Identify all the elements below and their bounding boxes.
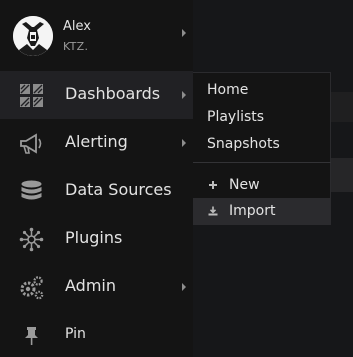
plus-icon [208,180,218,190]
menu-divider [193,162,331,163]
dashboards-dropdown-menu: Home Playlists Snapshots New Import [193,72,331,225]
menu-item-label: Playlists [207,109,265,125]
sidebar-item-admin[interactable]: Admin [0,263,193,311]
sidebar-item-label: Pin [65,326,86,342]
database-icon [18,178,45,205]
chevron-right-icon [182,139,186,147]
sidebar: Alex KTZ. Dashboards Alerting Data Sourc… [0,0,193,357]
sidebar-item-label: Admin [65,276,116,295]
sidebar-item-label: Alerting [65,132,128,151]
sidebar-item-label: Data Sources [65,180,172,199]
app-root: Alex KTZ. Dashboards Alerting Data Sourc… [0,0,353,357]
plugins-icon [18,226,45,253]
menu-item-label: Import [229,203,276,219]
menu-item-home[interactable]: Home [193,77,331,103]
chevron-right-icon [182,283,186,291]
sidebar-item-plugins[interactable]: Plugins [0,215,193,263]
menu-item-playlists[interactable]: Playlists [193,104,331,130]
profile-org: KTZ. [63,40,89,53]
menu-item-snapshots[interactable]: Snapshots [193,131,331,157]
menu-item-new[interactable]: New [193,172,331,198]
megaphone-icon [18,130,45,157]
menu-item-import[interactable]: Import [193,198,331,224]
sidebar-item-pin[interactable]: Pin [0,311,193,357]
sidebar-item-label: Plugins [65,228,123,247]
pin-icon [18,322,45,349]
menu-item-label: Home [207,82,249,98]
sidebar-item-dashboards[interactable]: Dashboards [0,71,193,119]
profile-menu[interactable]: Alex KTZ. [0,0,193,71]
dashboards-icon [18,82,45,109]
menu-item-label: Snapshots [207,136,280,152]
chevron-right-icon [182,91,186,99]
menu-item-label: New [229,177,260,193]
avatar-icon [13,16,53,56]
gears-icon [18,274,45,301]
avatar[interactable] [13,16,53,56]
profile-name: Alex [63,19,91,34]
chevron-right-icon [182,29,186,37]
sidebar-item-alerting[interactable]: Alerting [0,119,193,167]
sidebar-item-data-sources[interactable]: Data Sources [0,167,193,215]
download-icon [208,206,218,216]
sidebar-item-label: Dashboards [65,84,161,103]
